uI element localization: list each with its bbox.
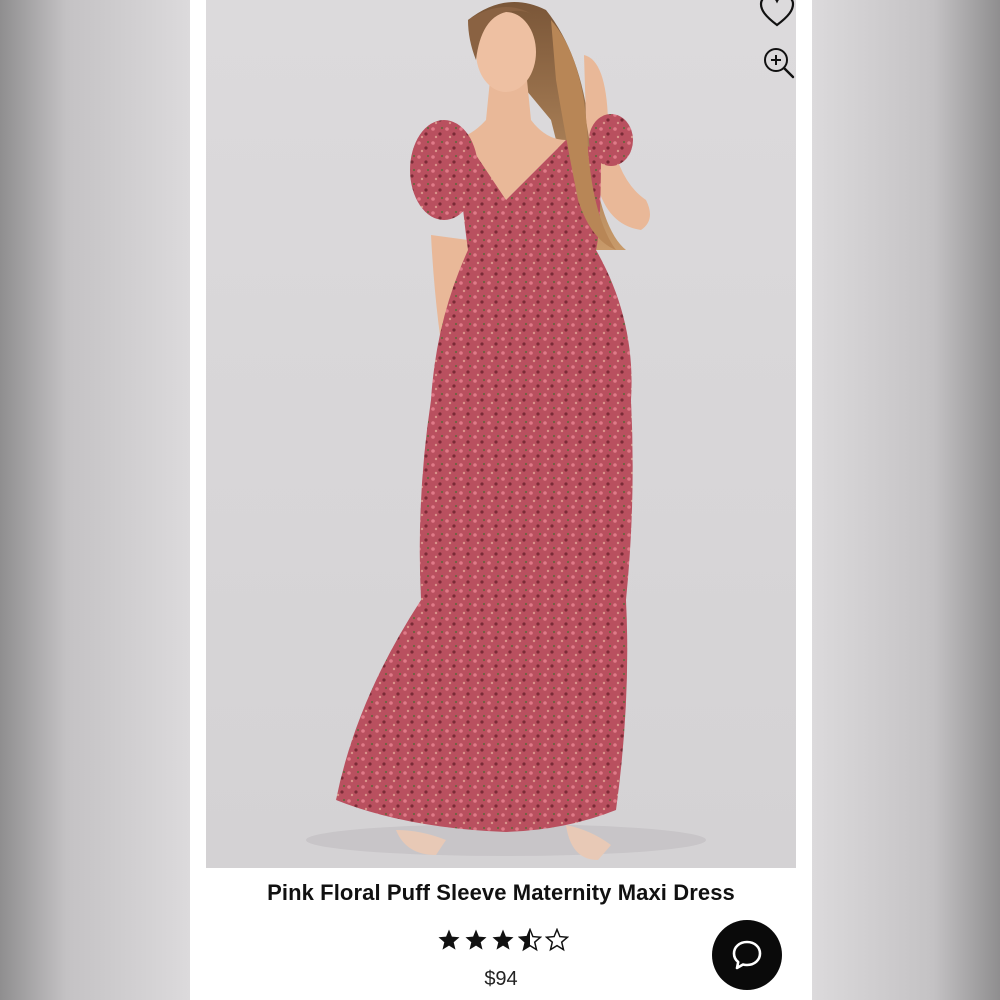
wishlist-button[interactable] xyxy=(759,0,796,34)
star-empty-icon xyxy=(545,928,569,952)
product-image[interactable] xyxy=(206,0,796,868)
chat-button[interactable] xyxy=(712,920,782,990)
zoom-in-icon xyxy=(764,48,795,79)
product-title: Pink Floral Puff Sleeve Maternity Maxi D… xyxy=(267,880,735,905)
zoom-button[interactable] xyxy=(762,46,796,86)
heart-icon xyxy=(759,0,795,27)
chat-bubble-icon xyxy=(732,940,762,970)
dress-model-illustration xyxy=(306,2,706,860)
blurred-background-left xyxy=(0,0,190,1000)
star-half-icon xyxy=(518,928,542,952)
star-full-icon xyxy=(465,929,487,950)
star-rating[interactable] xyxy=(437,925,569,955)
star-full-icon xyxy=(438,929,460,950)
product-page: Pink Floral Puff Sleeve Maternity Maxi D… xyxy=(190,0,812,1000)
star-full-icon xyxy=(492,929,514,950)
blurred-background-right xyxy=(810,0,1000,1000)
